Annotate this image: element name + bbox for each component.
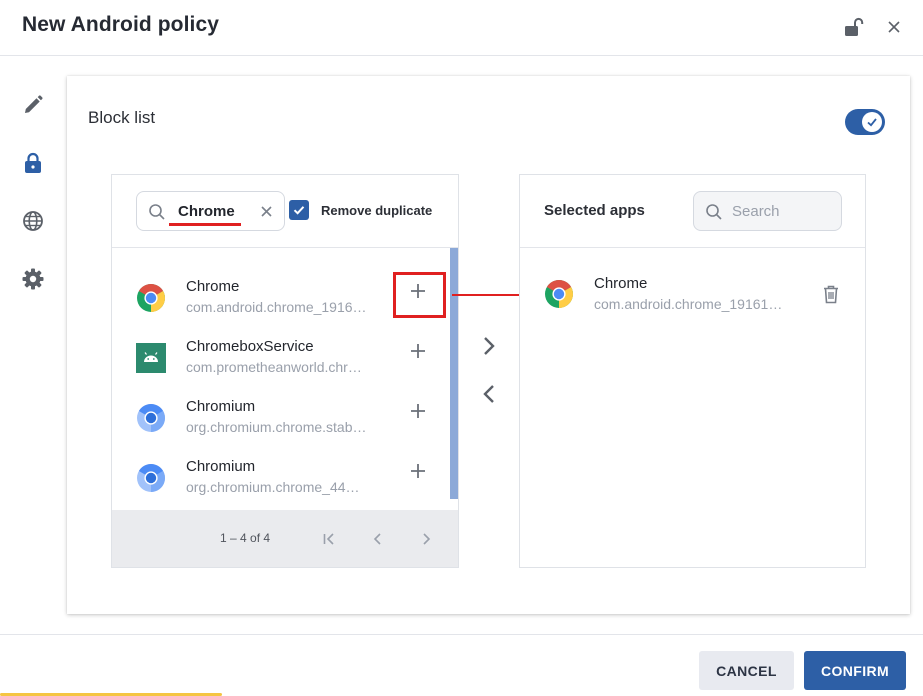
app-package: org.chromium.chrome.stab… (186, 419, 367, 435)
app-package: org.chromium.chrome_44… (186, 479, 360, 495)
app-list-item: Chromium org.chromium.chrome_44… (112, 453, 450, 513)
remove-duplicate-checkbox[interactable] (289, 200, 309, 220)
block-list-toggle[interactable] (845, 109, 885, 135)
move-right-icon[interactable] (479, 335, 499, 357)
app-name: Chrome (186, 278, 240, 295)
cancel-button[interactable]: CANCEL (699, 651, 794, 690)
lock-icon[interactable] (21, 151, 45, 175)
panel-divider (520, 247, 865, 248)
toggle-knob (862, 112, 882, 132)
app-package: com.android.chrome_19161… (594, 296, 783, 312)
trash-icon[interactable] (822, 284, 840, 304)
add-app-button[interactable] (408, 401, 428, 421)
list-scrollbar[interactable] (450, 248, 458, 499)
check-icon (293, 206, 305, 215)
search-icon (705, 203, 723, 221)
move-left-icon[interactable] (479, 383, 499, 405)
pagination-bar (112, 510, 458, 567)
app-list-item: Chromium org.chromium.chrome.stab… (112, 393, 450, 453)
search-highlight-underline (169, 223, 241, 226)
app-package: com.android.chrome_1916… (186, 299, 367, 315)
check-icon (867, 118, 877, 127)
close-icon[interactable] (884, 17, 904, 37)
prev-page-icon[interactable] (370, 531, 386, 547)
next-page-icon[interactable] (418, 531, 434, 547)
app-name: Chrome (594, 275, 648, 292)
chromium-icon (136, 403, 166, 433)
app-name: Chromium (186, 458, 256, 475)
chrome-icon (544, 279, 574, 309)
selected-apps-title: Selected apps (544, 202, 645, 219)
pencil-icon[interactable] (21, 93, 45, 117)
first-page-icon[interactable] (321, 531, 337, 547)
footer-divider (0, 634, 923, 635)
app-name: Chromium (186, 398, 256, 415)
remove-duplicate-label: Remove duplicate (321, 203, 433, 218)
android-icon (136, 343, 166, 373)
search-value[interactable]: Chrome (178, 203, 235, 220)
highlight-box (393, 272, 446, 318)
dialog-header: New Android policy (0, 0, 923, 56)
selected-app-item: Chrome com.android.chrome_19161… (520, 273, 865, 323)
pagination-range: 1 – 4 of 4 (220, 531, 271, 545)
app-package: com.prometheanworld.chr… (186, 359, 362, 375)
gear-icon[interactable] (21, 267, 45, 291)
selected-search-field[interactable] (693, 191, 842, 231)
block-list-label: Block list (88, 108, 156, 127)
app-name: ChromeboxService (186, 338, 314, 355)
add-app-button[interactable] (408, 461, 428, 481)
selected-search-input[interactable] (732, 200, 832, 222)
unlock-icon[interactable] (843, 16, 865, 38)
chrome-icon (136, 283, 166, 313)
globe-icon[interactable] (21, 209, 45, 233)
app-list-item: ChromeboxService com.prometheanworld.chr… (112, 333, 450, 393)
add-app-button[interactable] (408, 341, 428, 361)
search-icon (148, 203, 166, 221)
panel-divider (112, 247, 458, 248)
clear-search-icon[interactable] (258, 203, 275, 220)
chromium-icon (136, 463, 166, 493)
selected-apps-panel (519, 174, 866, 568)
confirm-button[interactable]: CONFIRM (804, 651, 906, 690)
dialog-title: New Android policy (22, 13, 220, 36)
